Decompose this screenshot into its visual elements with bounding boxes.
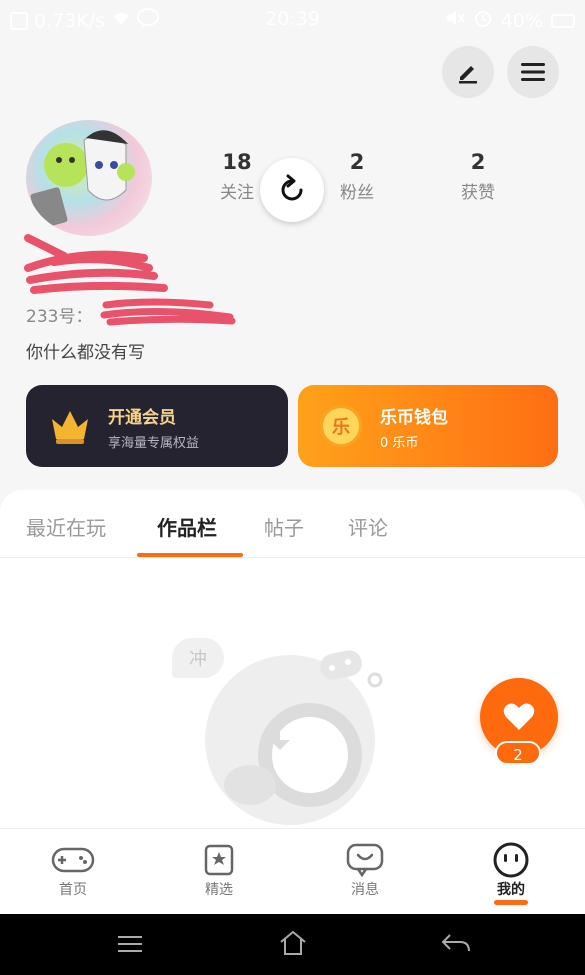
back-arrow-icon (441, 934, 470, 952)
nav-featured-label: 精选 (205, 882, 233, 898)
refresh-icon (281, 174, 303, 201)
recents-button[interactable] (115, 932, 145, 960)
battery-level: 40% (500, 9, 543, 32)
status-bar: 0.73K/s 20:39 40% (0, 0, 585, 40)
menu-icon (521, 63, 545, 81)
crown-icon (48, 405, 92, 447)
face-icon (471, 841, 551, 879)
pencil-icon (459, 66, 477, 84)
message-icon (325, 841, 405, 879)
coin-icon-text: 乐 (332, 417, 350, 438)
speech-bubble-text: 冲 (189, 649, 207, 670)
following-count: 18 (222, 150, 252, 174)
redacted-username (24, 234, 168, 294)
tab-works[interactable]: 作品栏 (157, 512, 217, 541)
coin-icon: 乐 (320, 405, 362, 447)
avatar[interactable] (26, 120, 152, 236)
id-prefix: 233号： (26, 307, 93, 327)
bio: 你什么都没有写 (26, 343, 145, 363)
alarm-icon (473, 8, 493, 33)
wallet-title: 乐币钱包 (380, 408, 448, 428)
wallet-balance: 0 乐币 (380, 436, 419, 451)
speech-bubble: 冲 (172, 638, 224, 678)
home-icon (280, 930, 306, 955)
vip-title: 开通会员 (108, 408, 176, 428)
nav-messages[interactable]: 消息 (325, 841, 405, 899)
home-button[interactable] (278, 928, 308, 962)
stat-likes[interactable]: 2 获赞 (443, 150, 513, 203)
redacted-user-id (100, 298, 236, 326)
nav-me-label: 我的 (497, 882, 525, 898)
mute-icon (445, 9, 465, 32)
refresh-button[interactable] (260, 158, 324, 222)
likes-count: 2 (470, 150, 486, 174)
vip-card[interactable]: 开通会员 享海量专属权益 (26, 385, 288, 467)
likes-label: 获赞 (461, 183, 495, 203)
tab-recent[interactable]: 最近在玩 (26, 512, 106, 541)
followers-count: 2 (349, 150, 365, 174)
nav-featured[interactable]: 精选 (179, 841, 259, 899)
tab-comments[interactable]: 评论 (348, 512, 388, 541)
stat-followers[interactable]: 2 粉丝 (322, 150, 392, 203)
tab-divider (0, 557, 585, 558)
edit-button[interactable] (442, 46, 494, 98)
nav-me[interactable]: 我的 (471, 841, 551, 905)
nav-home[interactable]: 首页 (33, 841, 113, 899)
star-bookmark-icon (179, 841, 259, 879)
heart-icon (503, 703, 535, 730)
bottom-nav: 首页 精选 消息 我的 (0, 828, 585, 915)
back-button[interactable] (440, 930, 472, 960)
nav-me-indicator (494, 900, 528, 905)
menu-lines-icon (118, 936, 142, 952)
system-nav-bar (0, 914, 585, 975)
tab-posts[interactable]: 帖子 (264, 512, 304, 541)
battery-icon (551, 13, 575, 28)
followers-label: 粉丝 (340, 183, 374, 203)
nav-home-label: 首页 (59, 882, 87, 898)
user-id-line: 233号： (26, 302, 92, 327)
gamepad-icon (33, 841, 113, 879)
menu-button[interactable] (507, 46, 559, 98)
vip-subtitle: 享海量专属权益 (108, 436, 200, 451)
wallet-card[interactable]: 乐 乐币钱包 0 乐币 (298, 385, 558, 467)
like-count-badge: 2 (495, 741, 541, 765)
nav-messages-label: 消息 (351, 882, 379, 898)
